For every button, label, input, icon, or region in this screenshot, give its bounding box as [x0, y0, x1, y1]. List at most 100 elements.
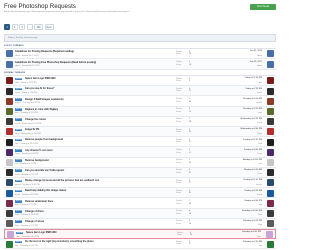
last-post-time[interactable]: Thursday at 5:10 PM: [243, 98, 262, 100]
last-post-time[interactable]: Saturday at 6:02 PM: [242, 231, 261, 233]
last-poster-avatar[interactable]: [267, 128, 274, 136]
avatar[interactable]: [6, 60, 13, 68]
last-poster-avatar[interactable]: [267, 77, 274, 85]
page-link-6[interactable]: Next: [44, 24, 54, 30]
thread-title[interactable]: Guidelines for Posting Requests (Require…: [15, 50, 74, 53]
prefix-badge[interactable]: Specific: [15, 77, 23, 81]
thread-title[interactable]: Any chance? Lost cover: [25, 149, 53, 152]
avatar[interactable]: [6, 77, 13, 85]
last-post-time[interactable]: Monday at 4:50 PM: [244, 169, 262, 171]
prefix-badge[interactable]: Specific: [15, 87, 23, 91]
last-poster-avatar[interactable]: [267, 199, 274, 207]
page-link-3[interactable]: 3: [19, 24, 25, 30]
post-thread-button[interactable]: Post thread: [250, 4, 276, 10]
last-post-user[interactable]: Rojo: [258, 214, 262, 216]
avatar[interactable]: [6, 87, 13, 95]
last-post-user[interactable]: Dono: [257, 173, 262, 175]
last-post-time[interactable]: Friday at 7:58 PM: [246, 88, 262, 90]
prefix-badge[interactable]: Specific: [15, 179, 23, 183]
avatar[interactable]: [6, 107, 13, 115]
avatar[interactable]: [7, 231, 14, 239]
thread-row[interactable]: Specific Remove background rsw · Monday at…: [4, 157, 276, 168]
thread-row[interactable]: Specific Design 3 B&W images seamlessly mb…: [4, 96, 276, 107]
thread-title[interactable]: Can you use AI for these?: [25, 87, 54, 90]
last-post-time[interactable]: Saturday at 10:40 PM: [242, 210, 262, 212]
last-post-user[interactable]: klyb: [259, 143, 262, 145]
thread-title[interactable]: Replace in color with Digikey: [25, 108, 58, 111]
last-post-time[interactable]: Sunday at 9:58 PM: [244, 190, 262, 192]
last-poster-avatar[interactable]: [267, 220, 274, 228]
page-link-4[interactable]: ...: [26, 24, 33, 30]
last-poster-avatar[interactable]: [267, 169, 274, 177]
prefix-badge[interactable]: Specific: [15, 210, 23, 213]
last-poster-avatar[interactable]: [267, 118, 274, 126]
last-post-user[interactable]: rsw: [259, 163, 262, 165]
thread-title[interactable]: Need help making this image clearer: [25, 189, 66, 192]
last-post-time[interactable]: Feb 26, 2017: [250, 61, 262, 63]
thread-row[interactable]: Specific Change the colour Jasco · Wednesd…: [4, 116, 276, 127]
last-post-user[interactable]: pphoto: [256, 184, 262, 186]
avatar[interactable]: [6, 179, 13, 187]
last-post-time[interactable]: Tuesday at 11:30 PM: [242, 139, 262, 141]
prefix-badge[interactable]: Specific: [15, 159, 23, 162]
thread-row[interactable]: Specific Fix the text on the right (top &…: [4, 239, 276, 250]
last-post-time[interactable]: Thursday at 2:20 PM: [243, 108, 262, 110]
last-post-user[interactable]: admin: [257, 55, 262, 57]
last-poster-avatar[interactable]: [267, 107, 274, 115]
thread-row[interactable]: Specific Can you unsmile me? Edit request…: [4, 167, 276, 178]
thread-row[interactable]: Specific Change of shoes Rojo · Saturday a…: [4, 218, 276, 229]
last-post-time[interactable]: Saturday at 9:18 PM: [243, 220, 262, 222]
thread-row[interactable]: Specific Replace in color with Digikey pmk…: [4, 106, 276, 117]
prefix-badge[interactable]: Specific: [15, 189, 23, 193]
thread-title[interactable]: Can you unsmile me? Edit request: [25, 169, 64, 172]
prefix-badge[interactable]: Specific: [15, 128, 23, 132]
thread-row[interactable]: Specific Please change my level and all t…: [4, 178, 276, 189]
thread-title[interactable]: Guidelines for Posting Free Photoshop Re…: [15, 61, 96, 64]
thread-row[interactable]: Specific Remove underwear lines dvlg · Sun…: [4, 198, 276, 209]
last-post-user[interactable]: dvlg: [259, 204, 262, 206]
last-poster-avatar[interactable]: [267, 240, 274, 248]
last-post-user[interactable]: ohm: [258, 245, 262, 247]
avatar[interactable]: [6, 50, 13, 58]
page-link-5[interactable]: 300: [34, 24, 43, 30]
prefix-badge[interactable]: Specific: [15, 240, 23, 244]
last-poster-avatar[interactable]: [267, 60, 274, 68]
last-poster-avatar[interactable]: [267, 189, 274, 197]
prefix-badge[interactable]: Specific: [15, 118, 23, 121]
last-post-user[interactable]: Ninja: [258, 133, 262, 135]
last-post-time[interactable]: Wednesday at 3:44 PM: [240, 128, 262, 130]
filter-sort-label[interactable]: Filters | Sort by: Last message: [8, 37, 38, 39]
prefix-badge[interactable]: Specific: [16, 231, 24, 235]
avatar[interactable]: [6, 240, 13, 248]
avatar[interactable]: [6, 158, 13, 166]
last-post-user[interactable]: Liber: [257, 236, 261, 238]
thread-row[interactable]: Specific Image fix PE Ninja · Wednesday at…: [4, 127, 276, 138]
avatar[interactable]: [6, 199, 13, 207]
thread-row[interactable]: Specific Remove people from background kly…: [4, 137, 276, 148]
last-post-time[interactable]: Sunday at 11:02 PM: [243, 179, 262, 181]
thread-row[interactable]: Guidelines for Posting Free Photoshop Re…: [4, 59, 276, 70]
last-post-user[interactable]: tucker: [257, 92, 262, 94]
prefix-badge[interactable]: Specific: [15, 220, 23, 223]
avatar[interactable]: [6, 169, 13, 177]
thread-title[interactable]: Change the colour: [25, 118, 46, 121]
avatar[interactable]: [6, 128, 13, 136]
thread-title[interactable]: Change of shoes: [25, 220, 44, 223]
prefix-badge[interactable]: Specific: [15, 97, 23, 101]
last-poster-avatar[interactable]: [267, 158, 274, 166]
last-post-user[interactable]: admin: [257, 65, 262, 67]
thread-row[interactable]: Specific Change of dress Rojo · Saturday a…: [4, 208, 276, 219]
prefix-badge[interactable]: Specific: [15, 199, 23, 203]
last-post-time[interactable]: Tuesday at 6:05 PM: [243, 149, 262, 151]
thread-title[interactable]: Space Jam Logo SMR HD9: [25, 77, 55, 80]
last-post-user[interactable]: Jasco: [257, 122, 262, 124]
last-post-user[interactable]: pmk: [258, 112, 262, 114]
thread-row[interactable]: Specific Space Jam Logo SMR HD9 Liber · Sa…: [4, 229, 276, 240]
last-post-user[interactable]: Tman: [257, 153, 262, 155]
thread-title[interactable]: Space Jam Logo SMR HD9: [26, 231, 56, 234]
avatar[interactable]: [6, 148, 13, 156]
last-poster-avatar[interactable]: [267, 179, 274, 187]
last-poster-avatar[interactable]: [267, 97, 274, 105]
last-poster-avatar[interactable]: [267, 87, 274, 95]
thread-title[interactable]: Design 3 B&W images seamlessly: [25, 98, 64, 101]
